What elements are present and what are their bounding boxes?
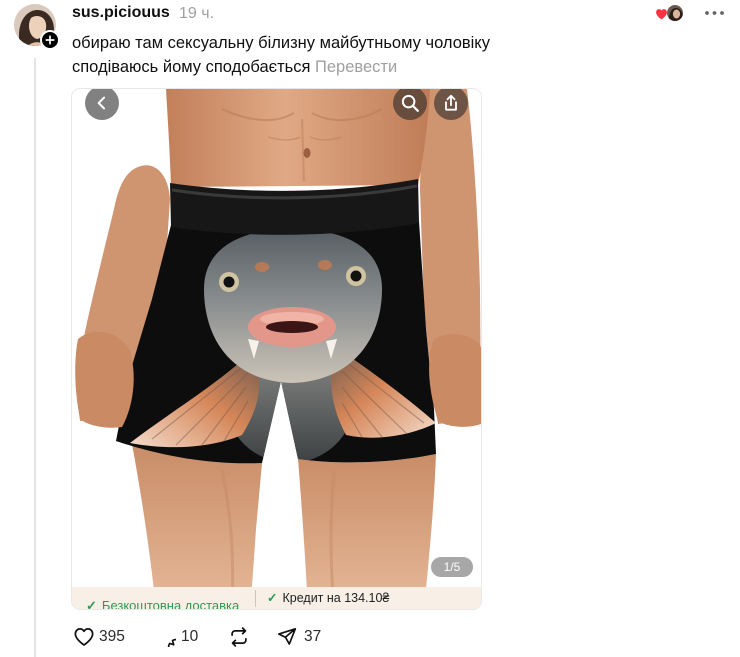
more-options-button[interactable] [703, 6, 726, 20]
image-counter: 1/5 [431, 557, 473, 577]
more-icon [705, 11, 724, 15]
repost-icon [231, 627, 247, 647]
author-username[interactable]: sus.piciouus [72, 3, 170, 22]
post-text-line-2: сподіваюсь йому сподобається Перевести [72, 55, 490, 79]
left-hand [75, 331, 134, 428]
banner-divider [255, 590, 256, 607]
translate-link[interactable]: Перевести [315, 58, 397, 76]
post-text-line: сподіваюсь йому сподобається [72, 58, 311, 76]
comment-button[interactable] [155, 626, 176, 648]
like-button[interactable] [73, 626, 95, 648]
share-button[interactable] [276, 626, 298, 648]
send-icon [277, 627, 297, 645]
liked-by-avatar [666, 4, 684, 22]
check-icon: ✓ [267, 591, 278, 605]
share-icon [445, 94, 457, 111]
image-promo-banner: ✓ Безкоштовна доставка ✓ Кредит на 134.10₴ [72, 587, 481, 609]
right-hand [429, 333, 481, 427]
post-image[interactable]: 1/5 ✓ Безкоштовна доставка ✓ Кредит на 134… [72, 89, 481, 609]
post-body: обираю там сексуальну білизну майбутньом… [72, 31, 490, 79]
product-photo [72, 89, 481, 609]
check-icon: ✓ [86, 598, 97, 609]
post-text-line: обираю там сексуальну білизну майбутньом… [72, 34, 490, 52]
search-icon [401, 94, 419, 112]
comment-count: 10 [181, 628, 199, 645]
like-count: 395 [99, 628, 125, 645]
repost-button[interactable] [228, 626, 250, 648]
thread-line [34, 58, 36, 657]
follow-button[interactable] [40, 30, 60, 50]
torso [166, 89, 430, 187]
heart-icon [656, 9, 667, 20]
share-count: 37 [304, 628, 322, 645]
comment-icon [167, 638, 176, 647]
credit-text: Кредит на 134.10₴ [282, 591, 390, 605]
credit-label: ✓ Кредит на 134.10₴ [267, 590, 389, 606]
liked-by-indicator[interactable] [654, 3, 688, 25]
post-timestamp: 19 ч. [179, 5, 215, 22]
free-delivery-text: Безкоштовна доставка [101, 598, 240, 609]
chevron-left-icon [97, 96, 106, 110]
heart-outline-icon [74, 628, 94, 646]
plus-icon [45, 35, 55, 45]
free-delivery-label: ✓ Безкоштовна доставка [86, 598, 239, 609]
